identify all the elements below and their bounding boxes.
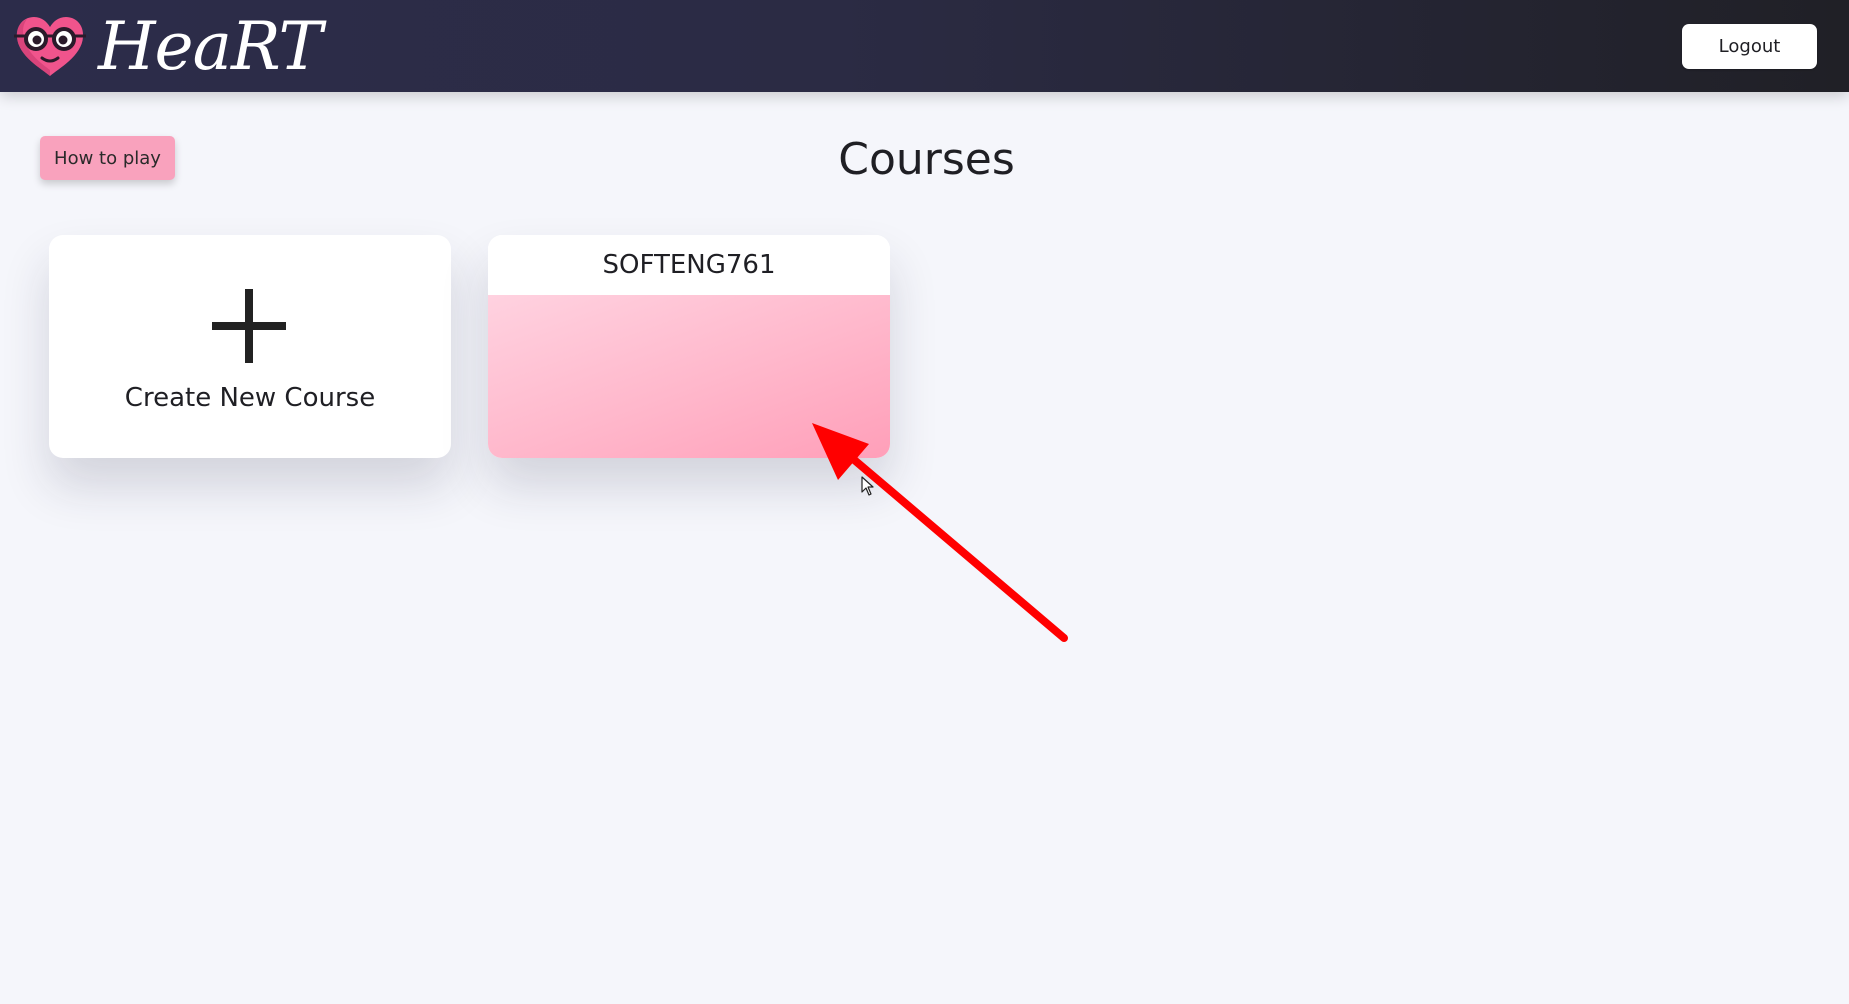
page-title: Courses <box>838 134 1015 185</box>
page: HeaRT Logout How to play Courses Create … <box>0 0 1849 1004</box>
course-title: SOFTENG761 <box>488 235 890 295</box>
plus-icon <box>212 289 286 363</box>
create-course-label: Create New Course <box>124 383 376 413</box>
brand-name: HeaRT <box>98 8 323 85</box>
course-card[interactable]: SOFTENG761 <box>488 235 890 458</box>
logout-button[interactable]: Logout <box>1682 24 1817 69</box>
create-course-card[interactable]: Create New Course <box>49 235 451 458</box>
course-banner <box>488 295 890 458</box>
mouse-cursor-icon <box>861 476 874 496</box>
heart-glasses-logo-icon <box>14 17 86 76</box>
top-navbar: HeaRT Logout <box>0 0 1849 92</box>
brand[interactable]: HeaRT <box>12 8 323 85</box>
